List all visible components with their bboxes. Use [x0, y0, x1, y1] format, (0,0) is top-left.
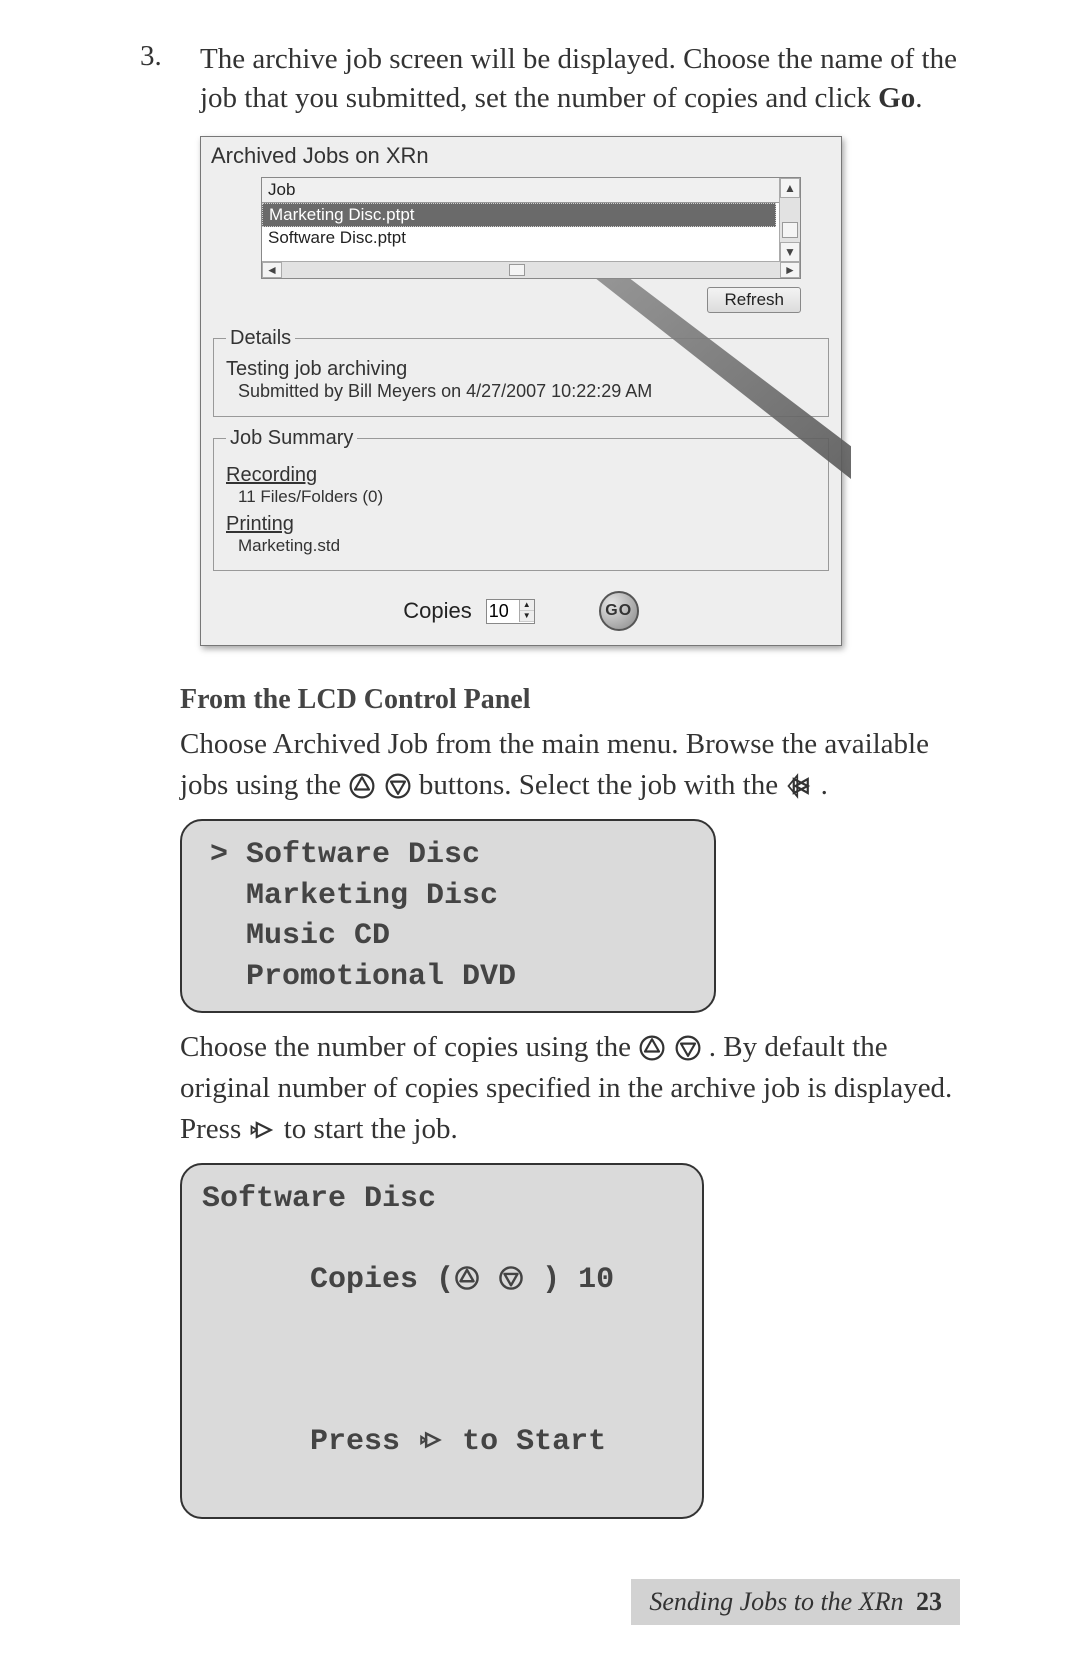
lcd1-line-2: Music CD	[210, 916, 690, 957]
right-arrow-icon	[785, 772, 813, 800]
job-list[interactable]: Job Marketing Disc.ptpt Software Disc.pt…	[261, 177, 801, 279]
scroll-right-icon[interactable]: ►	[780, 262, 800, 278]
down-arrow-icon	[384, 772, 412, 800]
copies-spinner[interactable]: ▲ ▼	[486, 599, 535, 624]
horizontal-scrollbar[interactable]: ◄ ►	[262, 261, 800, 278]
scroll-thumb[interactable]	[782, 222, 798, 238]
refresh-button[interactable]: Refresh	[707, 287, 801, 313]
printing-heading: Printing	[226, 513, 818, 536]
down-arrow-icon	[674, 1034, 702, 1062]
lcd2-line-1: Software Disc	[202, 1179, 682, 1220]
lcd1-line-3: Promotional DVD	[210, 957, 690, 998]
para1-c: .	[821, 769, 828, 801]
lcd2-line4-b: to Start	[444, 1425, 606, 1459]
lcd-subheading: From the LCD Control Panel	[180, 684, 960, 716]
lcd2-line-4: Press to Start	[202, 1382, 682, 1504]
para2-c: to start the job.	[284, 1113, 458, 1145]
job-rows: Marketing Disc.ptpt Software Disc.ptpt	[262, 203, 800, 261]
footer-label: Sending Jobs to the XRn 23	[631, 1579, 960, 1625]
job-row-selected[interactable]: Marketing Disc.ptpt	[262, 203, 776, 227]
lcd2-line-3	[202, 1341, 682, 1382]
footer-page-number: 23	[916, 1587, 942, 1616]
copies-row: Copies ▲ ▼ GO	[201, 581, 841, 645]
para1-b: buttons. Select the job with the	[419, 769, 785, 801]
scroll-up-icon[interactable]: ▲	[780, 178, 800, 198]
details-group: Details Testing job archiving Submitted …	[213, 327, 829, 417]
up-arrow-icon	[454, 1265, 480, 1291]
down-arrow-icon	[498, 1265, 524, 1291]
recording-heading: Recording	[226, 464, 818, 487]
lcd2-line2-b: ) 10	[524, 1263, 614, 1297]
footer-section: Sending Jobs to the XRn	[649, 1587, 903, 1616]
right-arrow-icon	[248, 1116, 276, 1144]
vertical-scrollbar[interactable]: ▲ ▼	[779, 178, 800, 262]
lcd1-line-1: Marketing Disc	[210, 876, 690, 917]
details-line2: Submitted by Bill Meyers on 4/27/2007 10…	[226, 381, 818, 402]
step-3: 3. The archive job screen will be displa…	[120, 40, 960, 118]
spin-up-icon[interactable]: ▲	[520, 600, 534, 611]
window-title: Archived Jobs on XRn	[201, 137, 841, 173]
lcd-paragraph-2: Choose the number of copies using the . …	[180, 1027, 960, 1149]
details-line1: Testing job archiving	[226, 358, 818, 381]
hscroll-thumb[interactable]	[509, 264, 525, 276]
lcd2-line4-a: Press	[310, 1425, 418, 1459]
up-arrow-icon	[348, 772, 376, 800]
details-legend: Details	[226, 327, 295, 350]
spin-down-icon[interactable]: ▼	[520, 611, 534, 622]
copies-input[interactable]	[487, 600, 519, 623]
step-text-after: .	[915, 82, 922, 114]
job-list-header: Job	[262, 178, 800, 203]
job-row[interactable]: Software Disc.ptpt	[262, 227, 800, 249]
go-button[interactable]: GO	[599, 591, 639, 631]
scroll-down-icon[interactable]: ▼	[780, 242, 800, 262]
step-text-before: The archive job screen will be displayed…	[200, 43, 957, 114]
lcd-display-2: Software Disc Copies ( ) 10 Press to Sta…	[180, 1163, 704, 1519]
lcd-paragraph-1: Choose Archived Job from the main menu. …	[180, 724, 960, 805]
step-number: 3.	[120, 40, 200, 73]
lcd-display-1: > Software Disc Marketing Disc Music CD …	[180, 819, 716, 1013]
step-text-bold: Go	[878, 82, 915, 114]
spinner-buttons[interactable]: ▲ ▼	[519, 600, 534, 622]
lcd1-line-0: > Software Disc	[210, 835, 690, 876]
para2-a: Choose the number of copies using the	[180, 1031, 638, 1063]
job-summary-group: Job Summary Recording 11 Files/Folders (…	[213, 427, 829, 571]
right-arrow-icon	[418, 1427, 444, 1453]
copies-label: Copies	[403, 598, 471, 624]
summary-legend: Job Summary	[226, 427, 357, 450]
up-arrow-icon	[638, 1034, 666, 1062]
refresh-row: Refresh	[201, 283, 841, 321]
archived-jobs-window: Archived Jobs on XRn Job Marketing Disc.…	[200, 136, 842, 646]
scroll-left-icon[interactable]: ◄	[262, 262, 282, 278]
lcd2-line2-a: Copies (	[310, 1263, 454, 1297]
page-footer: Sending Jobs to the XRn 23	[120, 1579, 960, 1625]
lcd2-line-2: Copies ( ) 10	[202, 1220, 682, 1342]
step-body: The archive job screen will be displayed…	[200, 40, 960, 118]
printing-line: Marketing.std	[226, 536, 818, 556]
recording-line: 11 Files/Folders (0)	[226, 487, 818, 507]
